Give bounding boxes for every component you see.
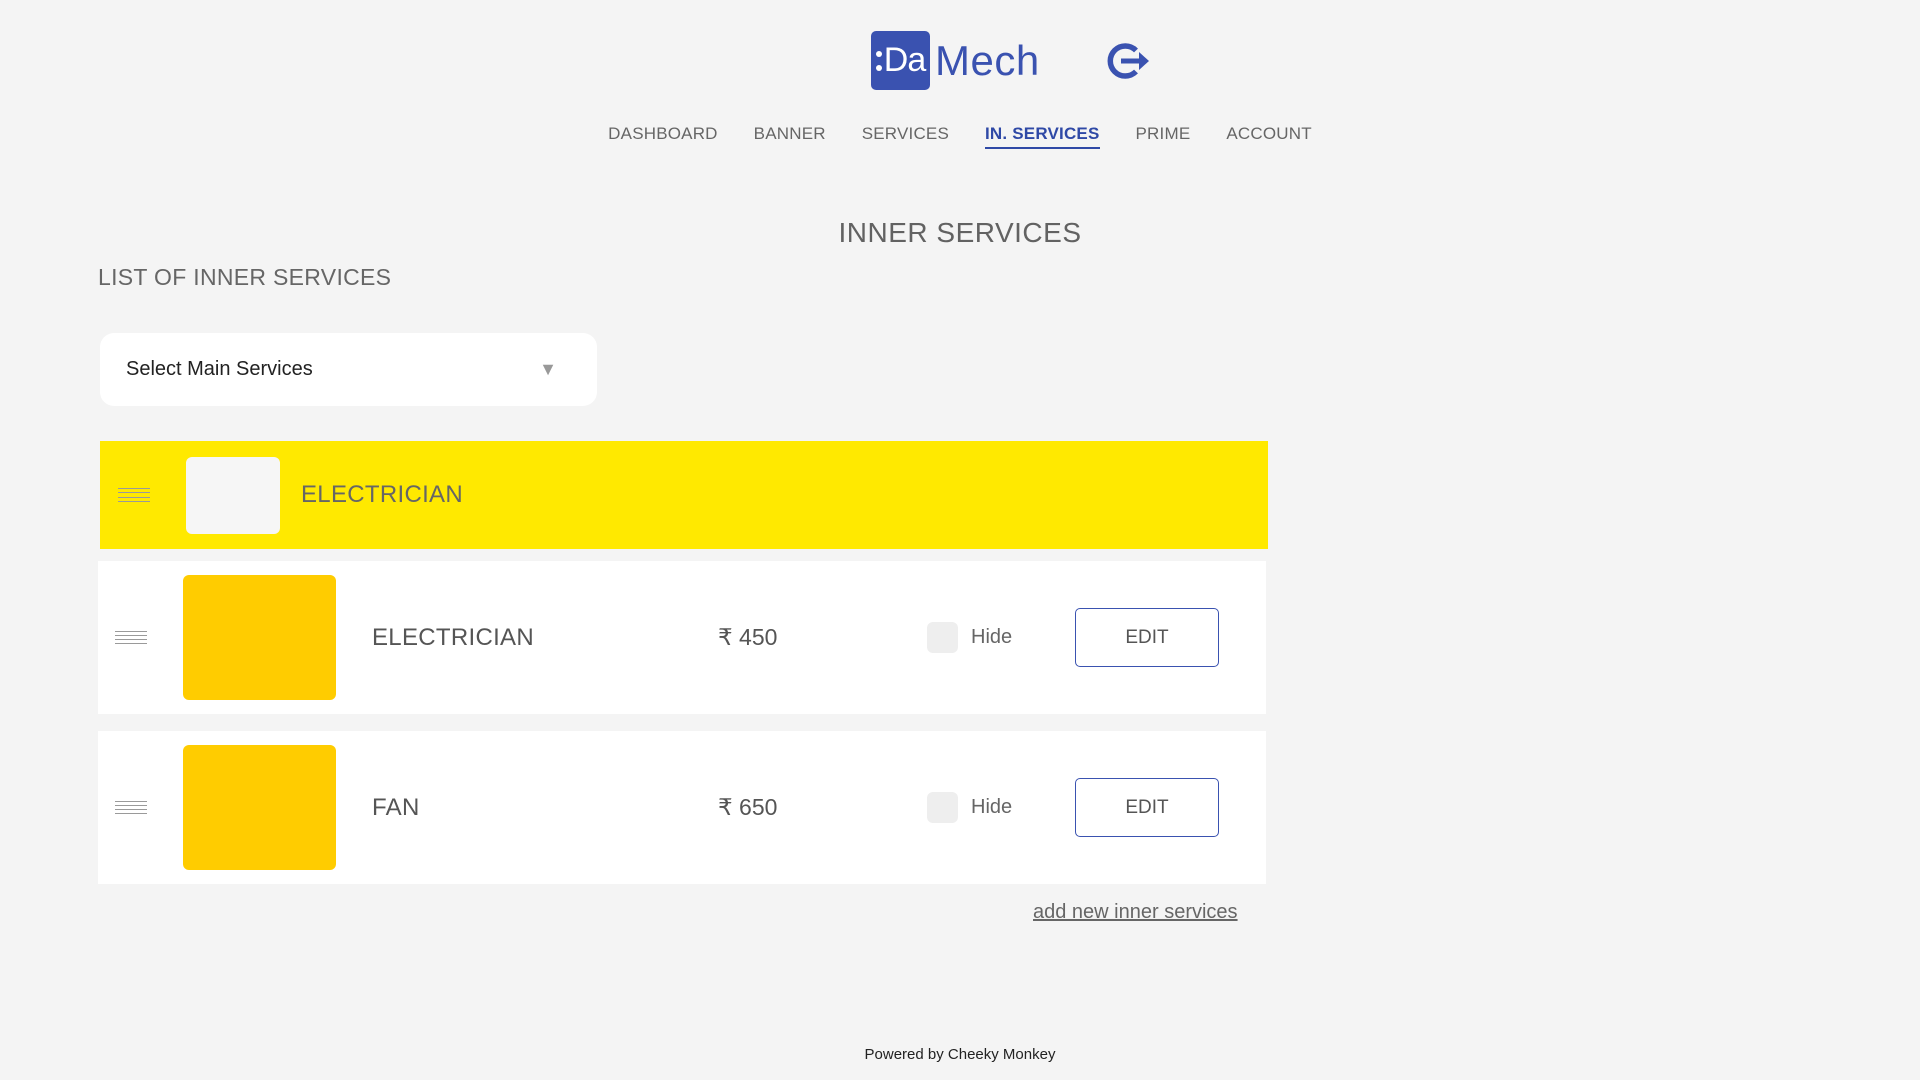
category-header: ELECTRICIAN [100,441,1268,549]
footer-credit: Powered by Cheeky Monkey [864,1046,1056,1063]
logo-badge-text: Da [883,41,926,79]
select-value: Select Main Services [126,358,313,380]
nav-item-services[interactable]: SERVICES [862,124,949,149]
logo-wordmark: Mech [935,36,1040,84]
logo-dots-icon [876,49,882,73]
service-image [183,745,336,870]
main-nav: DASHBOARD BANNER SERVICES IN. SERVICES P… [0,124,1920,149]
app-logo: Da Mech [871,31,1040,90]
service-row: ELECTRICIAN ₹ 450 Hide EDIT [98,561,1266,714]
category-name: ELECTRICIAN [301,481,463,508]
hide-label: Hide [971,626,1013,648]
logout-icon [1107,43,1149,79]
logout-button[interactable] [1106,41,1150,81]
hide-checkbox[interactable] [927,622,958,653]
nav-item-banner[interactable]: BANNER [754,124,826,149]
service-name: FAN [372,793,420,821]
service-image [183,575,336,700]
drag-handle-icon[interactable] [118,488,150,502]
drag-handle-icon[interactable] [115,630,147,645]
nav-item-inner-services[interactable]: IN. SERVICES [985,124,1100,149]
service-row: FAN ₹ 650 Hide EDIT [98,731,1266,884]
service-name: ELECTRICIAN [372,623,534,651]
logo-badge: Da [871,31,930,90]
category-image [186,456,280,534]
service-price: ₹ 450 [718,624,778,650]
nav-item-dashboard[interactable]: DASHBOARD [608,124,718,149]
hide-label: Hide [971,796,1013,818]
add-inner-service-link[interactable]: add new inner services [1033,901,1238,924]
nav-item-account[interactable]: ACCOUNT [1226,124,1311,149]
edit-button[interactable]: EDIT [1075,608,1219,667]
hide-checkbox[interactable] [927,792,958,823]
drag-handle-icon[interactable] [115,800,147,815]
list-title: LIST OF INNER SERVICES [98,264,392,290]
main-services-select[interactable]: Select Main Services ▼ [100,333,597,406]
edit-button[interactable]: EDIT [1075,778,1219,837]
page-title: INNER SERVICES [838,217,1082,248]
service-price: ₹ 650 [718,794,778,820]
triangle-down-icon: ▼ [539,359,557,379]
nav-item-prime[interactable]: PRIME [1136,124,1191,149]
